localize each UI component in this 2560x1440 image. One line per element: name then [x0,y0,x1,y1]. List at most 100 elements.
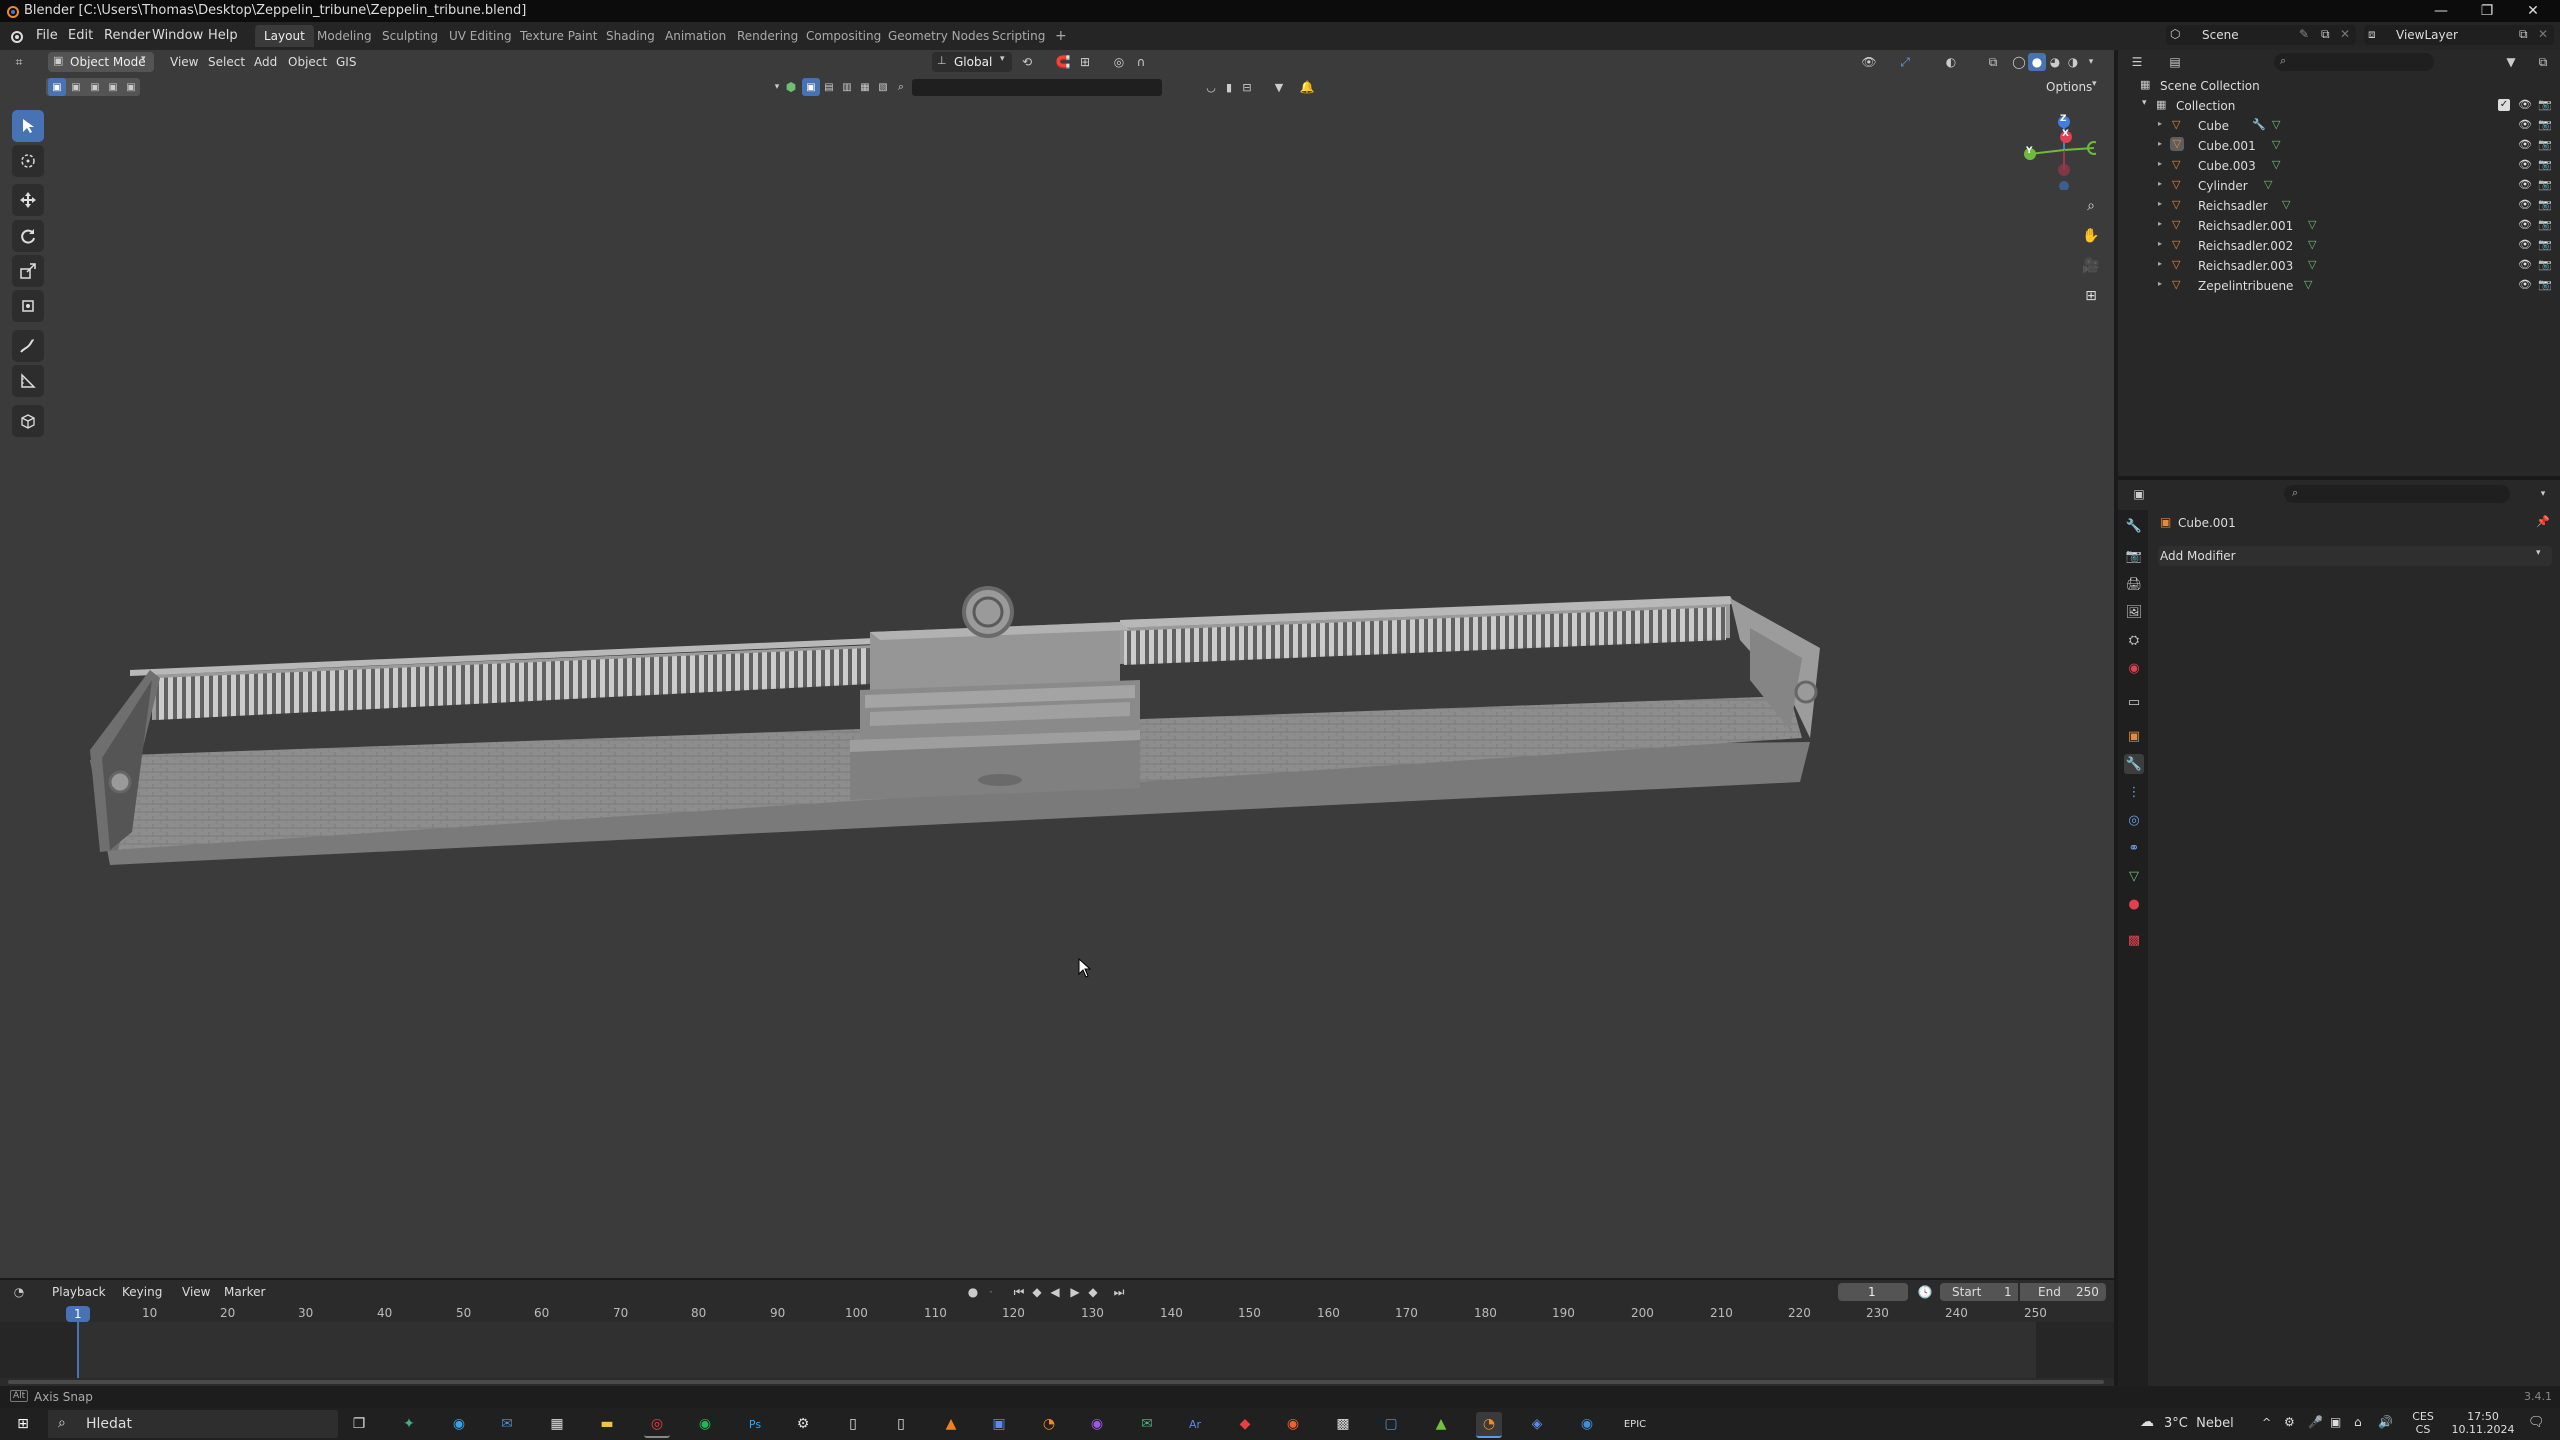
app-blue2-icon[interactable]: ▢ [1378,1412,1404,1436]
select-subtract-icon[interactable]: ▣ [86,78,104,96]
menu-view[interactable]: View [170,53,198,71]
tab-geometry-nodes[interactable]: Geometry Nodes [879,25,998,47]
app-dark-icon[interactable]: ▩ [1330,1412,1356,1436]
menu-gis[interactable]: GIS [336,53,356,71]
outliner-object-row[interactable]: ▸ ▽ Reichsadler.002 ▽ 👁 📷 [2118,236,2560,256]
funnel-filter-icon[interactable]: ▼ [1270,78,1288,96]
app-blue4-icon[interactable]: ◉ [1574,1412,1600,1436]
document-icon[interactable]: ▯ [888,1412,914,1436]
object-type-filter-icon[interactable]: ⬢ [782,78,800,96]
visibility-eye-icon[interactable]: 👁 [2518,118,2532,131]
filter-funnel-icon[interactable]: ▼ [2502,53,2520,71]
render-camera-icon[interactable]: 📷 [2538,138,2552,151]
camera-view-icon[interactable]: 🎥 [2078,253,2104,279]
select-invert-icon[interactable]: ▣ [104,78,122,96]
frame-ruler[interactable]: 10 20 30 40 50 60 70 80 90 100 110 120 1… [0,1304,2114,1322]
viewport-search-input[interactable] [912,79,1162,96]
menu-render[interactable]: Render [104,28,150,43]
tab-texture-paint[interactable]: Texture Paint [511,25,606,47]
current-frame-field[interactable]: 1 [1838,1283,1908,1301]
expand-arrow-icon[interactable]: ▸ [2158,119,2162,128]
shading-options-icon[interactable]: ▾ [2082,53,2100,71]
xray-toggle-icon[interactable]: ⧉ [1984,53,2002,71]
render-camera-icon[interactable]: 📷 [2538,218,2552,231]
app-orange-icon[interactable]: ◉ [1280,1412,1306,1436]
editor-type-icon[interactable]: ◔ [10,1283,28,1301]
vlc-icon[interactable]: ▲ [938,1412,964,1436]
delete-viewlayer-icon[interactable]: ✕ [2538,27,2548,41]
weather-text[interactable]: 3°C Nebel [2164,1416,2234,1431]
task-view-icon[interactable]: ❐ [346,1412,372,1436]
navigation-gizmo[interactable]: Z X Y [2016,110,2096,190]
pan-hand-icon[interactable]: ✋ [2078,223,2104,249]
solid-shading-icon[interactable]: ● [2028,53,2046,71]
collection-checkbox[interactable]: ✓ [2498,99,2510,111]
timeline-scrollbar[interactable] [8,1380,2104,1384]
outliner-object-row[interactable]: ▸ ▽ Cylinder ▽ 👁 📷 [2118,176,2560,196]
playhead-marker[interactable]: 1 [66,1306,90,1322]
prev-keyframe-icon[interactable]: ◆ [1028,1283,1046,1301]
render-camera-icon[interactable]: 📷 [2538,178,2552,191]
visibility-filter-icon[interactable]: 👁 [1860,53,1878,71]
app-blue3-icon[interactable]: ◈ [1524,1412,1550,1436]
file-explorer-icon[interactable]: ▬ [594,1412,620,1436]
render-camera-icon[interactable]: 📷 [2538,198,2552,211]
mail-icon[interactable]: ✉ [494,1412,520,1436]
blender-menu-icon[interactable] [8,28,24,44]
tray-chevron-icon[interactable]: ^ [2262,1416,2271,1429]
end-frame-field[interactable]: End 250 [2020,1283,2106,1301]
menu-view[interactable]: View [182,1283,210,1301]
app-blue-icon[interactable]: ▣ [986,1412,1012,1436]
outliner-object-row[interactable]: ▸ ▽ Zepelintribuene ▽ 👁 📷 [2118,276,2560,296]
menu-select[interactable]: Select [208,53,245,71]
expand-arrow-icon[interactable]: ▸ [2158,259,2162,268]
render-camera-icon[interactable]: 📷 [2538,238,2552,251]
app-mail-green-icon[interactable]: ✉ [1134,1412,1160,1436]
app-red-icon[interactable]: ◆ [1232,1412,1258,1436]
visibility-eye-icon[interactable]: 👁 [2518,258,2532,271]
tab-scripting[interactable]: Scripting [983,25,1054,47]
app-green-icon[interactable]: ✦ [396,1412,422,1436]
add-modifier-dropdown[interactable]: Add Modifier ▾ [2158,546,2552,566]
tab-modeling[interactable]: Modeling [308,25,381,47]
tray-camera-icon[interactable]: ▣ [2330,1415,2341,1429]
object-tab-icon[interactable]: ▣ [2124,726,2144,746]
next-keyframe-icon[interactable]: ◆ [1084,1283,1102,1301]
menu-edit[interactable]: Edit [68,28,93,43]
microphone-icon[interactable]: 🎤 [2308,1415,2323,1429]
outliner-object-row[interactable]: ▸ ▽ Reichsadler ▽ 👁 📷 [2118,196,2560,216]
app-green2-icon[interactable]: ▲ [1428,1412,1454,1436]
visibility-eye-icon[interactable]: 👁 [2518,278,2532,291]
visibility-eye-icon[interactable]: 👁 [2518,158,2532,171]
expand-arrow-icon[interactable]: ▸ [2158,199,2162,208]
other-filter-icon[interactable]: ▧ [874,78,892,96]
outliner-object-row-selected[interactable]: ▸ ▽ Cube.001 ▽ 👁 📷 [2118,136,2560,156]
windows-start-icon[interactable]: ⊞ [10,1412,36,1436]
blender-active-icon[interactable]: ◔ [1476,1412,1502,1438]
outliner-object-row[interactable]: ▸ ▽ Cube.003 ▽ 👁 📷 [2118,156,2560,176]
material-tab-icon[interactable]: ● [2124,894,2144,914]
menu-playback[interactable]: Playback [52,1283,106,1301]
photoshop-icon[interactable]: Ps [742,1412,768,1436]
visibility-eye-icon[interactable]: 👁 [2518,238,2532,251]
expand-arrow-icon[interactable]: ▾ [2142,98,2147,108]
outliner-collection[interactable]: ▾ ▦ Collection ✓ 👁 📷 [2118,96,2560,116]
play-reverse-icon[interactable]: ◀ [1046,1283,1064,1301]
particles-tab-icon[interactable]: ⋮ [2124,782,2144,802]
physics-tab-icon[interactable]: ◎ [2124,810,2144,830]
taskbar-search[interactable]: ⌕ Hledat [48,1410,338,1438]
menu-object[interactable]: Object [288,53,327,71]
app-epic-icon[interactable]: EPIC [1622,1412,1648,1436]
viewlayer-selector[interactable]: ⧈ ViewLayer ⧉ ✕ [2364,25,2554,45]
document-icon[interactable]: ▯ [840,1412,866,1436]
minimize-button[interactable]: — [2418,0,2464,22]
display-mode-icon[interactable]: ▤ [2166,53,2184,71]
pin-icon[interactable]: 📌 [2536,515,2550,528]
edge-browser-icon[interactable]: ◉ [446,1412,472,1436]
falloff-icon[interactable]: ∩ [1132,53,1150,71]
rendered-shading-icon[interactable]: ◑ [2064,53,2082,71]
tab-sculpting[interactable]: Sculpting [373,25,447,47]
object-mode-dropdown[interactable]: ▣ Object Mode ▾ [48,52,154,72]
notification-icon[interactable]: 🗨 [2528,1415,2545,1430]
new-viewlayer-icon[interactable]: ⧉ [2519,27,2528,42]
